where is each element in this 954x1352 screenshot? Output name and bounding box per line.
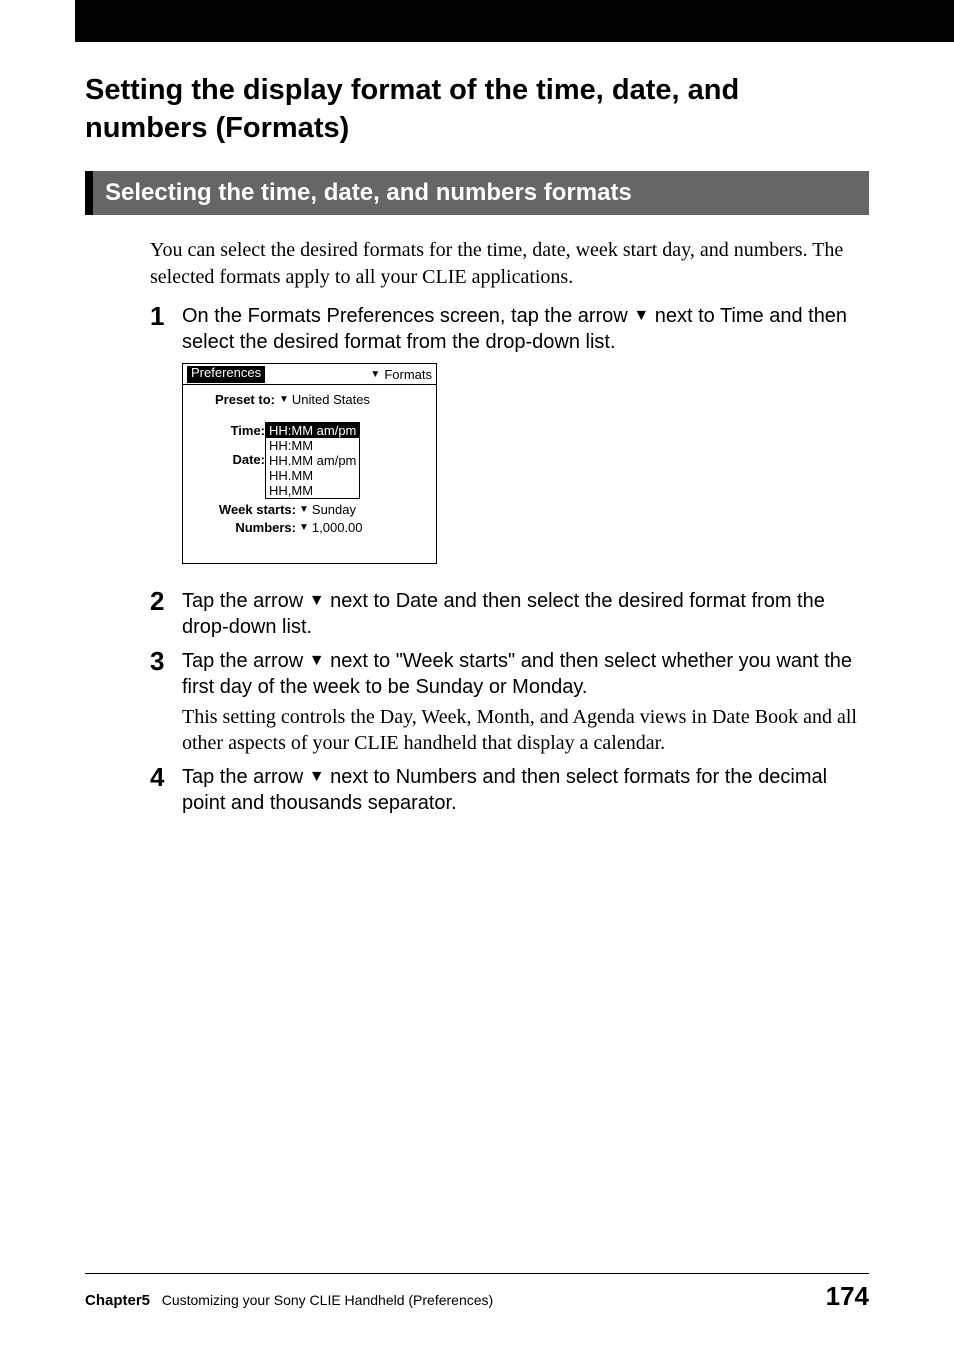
prefs-header-title: Preferences xyxy=(187,366,265,383)
chevron-down-icon: ▼ xyxy=(299,522,309,533)
footer-rule xyxy=(85,1273,869,1274)
dropdown-item-2[interactable]: HH.MM am/pm xyxy=(266,453,359,468)
page-number: 174 xyxy=(826,1281,869,1312)
down-triangle-icon: ▼ xyxy=(309,651,325,672)
step-4-body: Tap the arrow ▼ next to Numbers and then… xyxy=(182,764,869,816)
down-triangle-icon: ▼ xyxy=(309,591,325,612)
footer-chapter: Chapter5 xyxy=(85,1292,150,1309)
preset-selector[interactable]: ▼ United States xyxy=(279,392,370,407)
week-starts-row: Week starts: ▼ Sunday xyxy=(187,502,432,517)
step-2-text-pre: Tap the arrow xyxy=(182,590,309,612)
prefs-body: Preset to: ▼ United States Time: Date: H… xyxy=(183,385,436,563)
prefs-formats-menu[interactable]: ▼ Formats xyxy=(370,367,432,382)
preset-value: United States xyxy=(292,392,370,407)
chevron-down-icon: ▼ xyxy=(299,504,309,515)
dropdown-item-3[interactable]: HH.MM xyxy=(266,468,359,483)
step-1: 1 On the Formats Preferences screen, tap… xyxy=(150,303,869,355)
week-starts-value: Sunday xyxy=(312,502,356,517)
prefs-header-right-label: Formats xyxy=(384,367,432,382)
step-3-body: Tap the arrow ▼ next to "Week starts" an… xyxy=(182,648,869,700)
section-heading-accent xyxy=(85,171,93,215)
step-4-number: 4 xyxy=(150,764,182,791)
numbers-selector[interactable]: ▼ 1,000.00 xyxy=(299,520,363,535)
down-triangle-icon: ▼ xyxy=(633,306,649,327)
prefs-header: Preferences ▼ Formats xyxy=(183,364,436,385)
time-date-row: Time: Date: HH:MM am/pm HH:MM HH.MM am/p… xyxy=(187,422,432,499)
preferences-screenshot: Preferences ▼ Formats Preset to: ▼ Unite… xyxy=(182,363,437,564)
preset-row: Preset to: ▼ United States xyxy=(187,392,432,407)
step-3-text-pre: Tap the arrow xyxy=(182,650,309,672)
step-3-number: 3 xyxy=(150,648,182,675)
intro-paragraph: You can select the desired formats for t… xyxy=(150,237,869,291)
step-1-number: 1 xyxy=(150,303,182,330)
footer: Chapter5 Customizing your Sony CLIE Hand… xyxy=(85,1281,869,1312)
time-format-dropdown[interactable]: HH:MM am/pm HH:MM HH.MM am/pm HH.MM HH,M… xyxy=(265,422,360,499)
numbers-row: Numbers: ▼ 1,000.00 xyxy=(187,520,432,535)
chevron-down-icon: ▼ xyxy=(279,394,289,405)
footer-chapter-title: Customizing your Sony CLIE Handheld (Pre… xyxy=(162,1292,494,1308)
down-triangle-icon: ▼ xyxy=(309,767,325,788)
preset-label: Preset to: xyxy=(215,392,275,407)
week-starts-label: Week starts: xyxy=(187,502,296,517)
section-heading: Selecting the time, date, and numbers fo… xyxy=(93,171,869,215)
step-2-body: Tap the arrow ▼ next to Date and then se… xyxy=(182,588,869,640)
numbers-value: 1,000.00 xyxy=(312,520,363,535)
week-starts-selector[interactable]: ▼ Sunday xyxy=(299,502,356,517)
top-black-bar xyxy=(75,0,954,42)
dropdown-item-0[interactable]: HH:MM am/pm xyxy=(266,423,359,438)
dropdown-item-1[interactable]: HH:MM xyxy=(266,438,359,453)
page-title: Setting the display format of the time, … xyxy=(85,72,869,147)
step-1-text-pre: On the Formats Preferences screen, tap t… xyxy=(182,305,633,327)
step-4: 4 Tap the arrow ▼ next to Numbers and th… xyxy=(150,764,869,816)
dropdown-item-4[interactable]: HH,MM xyxy=(266,483,359,498)
date-label: Date: xyxy=(187,452,265,467)
step-4-text-pre: Tap the arrow xyxy=(182,766,309,788)
time-label: Time: xyxy=(187,423,265,438)
numbers-label: Numbers: xyxy=(187,520,296,535)
step-3: 3 Tap the arrow ▼ next to "Week starts" … xyxy=(150,648,869,700)
step-2: 2 Tap the arrow ▼ next to Date and then … xyxy=(150,588,869,640)
step-1-body: On the Formats Preferences screen, tap t… xyxy=(182,303,869,355)
footer-left: Chapter5 Customizing your Sony CLIE Hand… xyxy=(85,1292,493,1309)
step-3-extra: This setting controls the Day, Week, Mon… xyxy=(182,704,869,756)
chevron-down-icon: ▼ xyxy=(370,369,380,380)
step-2-number: 2 xyxy=(150,588,182,615)
section-heading-bar: Selecting the time, date, and numbers fo… xyxy=(85,171,869,215)
